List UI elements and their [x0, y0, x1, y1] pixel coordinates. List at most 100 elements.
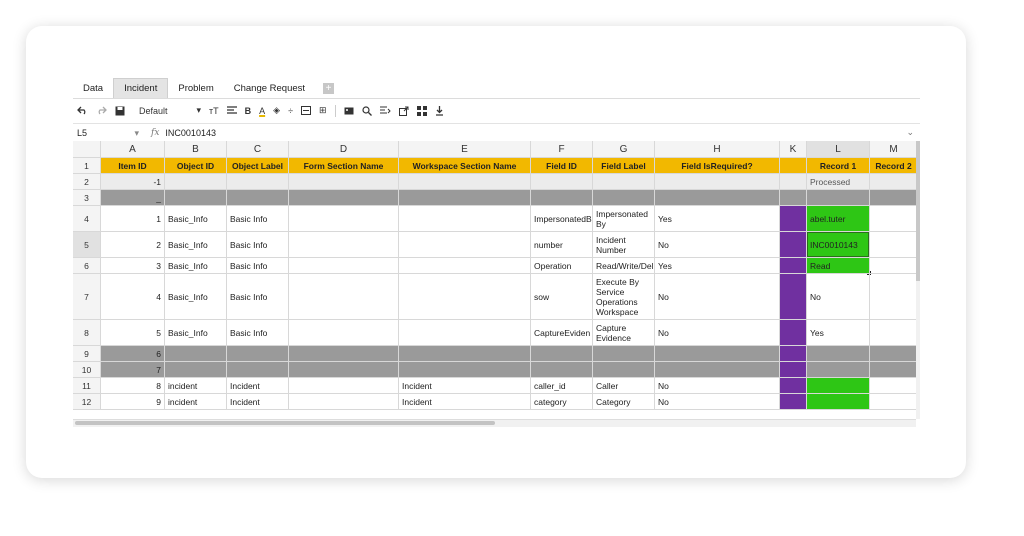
search-icon[interactable] [361, 105, 372, 116]
grid-cell[interactable]: CaptureEviden [531, 320, 593, 346]
vertical-scroll-thumb[interactable] [916, 141, 920, 281]
grid-cell[interactable] [870, 346, 916, 362]
grid-cell[interactable]: Read/Write/Del [593, 258, 655, 274]
tab-change-request[interactable]: Change Request [224, 79, 315, 98]
borders-button[interactable]: ⊞ [319, 105, 327, 116]
grid-cell[interactable] [289, 346, 399, 362]
grid-cell[interactable] [593, 190, 655, 206]
grid-cell[interactable]: Read [807, 258, 870, 274]
font-select[interactable]: Default ▾ [139, 105, 201, 116]
grid-cell[interactable]: abel.tuter [807, 206, 870, 232]
grid-cell[interactable] [780, 206, 807, 232]
grid-cell[interactable] [165, 362, 227, 378]
grid-cell[interactable] [531, 346, 593, 362]
grid-cell[interactable] [807, 190, 870, 206]
tab-incident[interactable]: Incident [113, 78, 169, 98]
grid-cell[interactable] [289, 274, 399, 320]
grid-cell[interactable] [531, 362, 593, 378]
grid-cell[interactable]: Incident [227, 378, 289, 394]
horizontal-scrollbar[interactable] [73, 419, 916, 427]
grid-cell[interactable] [780, 158, 807, 174]
grid-cell[interactable] [227, 346, 289, 362]
grid-cell[interactable] [289, 394, 399, 410]
grid-cell[interactable]: Capture Evidence [593, 320, 655, 346]
grid-cell[interactable]: Basic_Info [165, 320, 227, 346]
grid-cell[interactable]: Basic_Info [165, 206, 227, 232]
grid-cell[interactable] [531, 190, 593, 206]
grid-cell[interactable]: -1 [101, 174, 165, 190]
tab-data[interactable]: Data [73, 79, 113, 98]
grid-cell[interactable] [780, 232, 807, 258]
grid-cell[interactable]: incident [165, 394, 227, 410]
grid-cell[interactable] [807, 394, 870, 410]
undo-icon[interactable] [77, 106, 88, 115]
grid-cell[interactable]: incident [165, 378, 227, 394]
cell-grid[interactable]: A B C D E F G H K L M 1 Item ID Object ID Object Label… [73, 141, 916, 419]
column-header[interactable]: E [399, 141, 531, 158]
grid-cell[interactable]: 7 [101, 362, 165, 378]
grid-cell[interactable] [780, 346, 807, 362]
grid-cell[interactable] [399, 190, 531, 206]
grid-cell[interactable] [399, 232, 531, 258]
grid-cell[interactable] [780, 190, 807, 206]
grid-cell[interactable]: Basic_Info [165, 232, 227, 258]
formula-input[interactable]: INC0010143 [165, 128, 216, 138]
row-number[interactable]: 1 [73, 158, 101, 174]
grid-cell[interactable]: Caller [593, 378, 655, 394]
grid-cell[interactable]: Basic_Info [165, 274, 227, 320]
grid-cell[interactable]: Field Label [593, 158, 655, 174]
grid-icon[interactable] [416, 105, 427, 116]
vertical-scrollbar[interactable] [916, 141, 920, 419]
column-header[interactable]: F [531, 141, 593, 158]
grid-cell[interactable] [593, 362, 655, 378]
filter-icon[interactable] [379, 106, 391, 115]
grid-cell[interactable] [780, 394, 807, 410]
wrap-icon[interactable] [301, 106, 312, 115]
grid-cell[interactable] [655, 346, 780, 362]
grid-cell[interactable] [780, 362, 807, 378]
grid-cell[interactable] [870, 190, 916, 206]
download-icon[interactable] [435, 105, 444, 116]
column-header[interactable]: C [227, 141, 289, 158]
grid-cell[interactable] [870, 232, 916, 258]
horizontal-scroll-thumb[interactable] [75, 421, 495, 425]
grid-cell[interactable] [655, 190, 780, 206]
grid-cell[interactable]: Record 2 [870, 158, 916, 174]
grid-cell[interactable] [289, 232, 399, 258]
grid-cell[interactable] [399, 206, 531, 232]
column-header[interactable]: A [101, 141, 165, 158]
row-number[interactable]: 10 [73, 362, 101, 378]
grid-cell[interactable]: Category [593, 394, 655, 410]
grid-cell[interactable]: Execute By Service Operations Workspace [593, 274, 655, 320]
grid-cell[interactable] [655, 174, 780, 190]
grid-cell[interactable] [807, 362, 870, 378]
grid-cell[interactable]: Basic_Info [165, 258, 227, 274]
grid-cell[interactable] [593, 174, 655, 190]
grid-cell[interactable] [780, 174, 807, 190]
grid-cell[interactable]: No [655, 378, 780, 394]
grid-cell[interactable]: _ [101, 190, 165, 206]
grid-cell[interactable]: Yes [807, 320, 870, 346]
grid-cell[interactable] [289, 190, 399, 206]
grid-cell[interactable]: Yes [655, 206, 780, 232]
grid-cell[interactable]: caller_id [531, 378, 593, 394]
grid-cell[interactable]: Operation [531, 258, 593, 274]
grid-cell[interactable]: Incident [399, 378, 531, 394]
grid-cell[interactable] [227, 190, 289, 206]
grid-cell[interactable] [399, 320, 531, 346]
column-header[interactable]: M [870, 141, 916, 158]
grid-cell[interactable]: 2 [101, 232, 165, 258]
grid-cell[interactable] [399, 346, 531, 362]
grid-cell[interactable] [399, 274, 531, 320]
grid-cell[interactable] [289, 206, 399, 232]
grid-cell[interactable]: Basic Info [227, 258, 289, 274]
grid-cell[interactable]: Incident Number [593, 232, 655, 258]
row-number[interactable]: 7 [73, 274, 101, 320]
tab-problem[interactable]: Problem [168, 79, 223, 98]
column-header[interactable]: B [165, 141, 227, 158]
grid-cell[interactable]: No [655, 394, 780, 410]
grid-cell[interactable] [870, 378, 916, 394]
grid-cell[interactable] [870, 394, 916, 410]
column-header[interactable]: K [780, 141, 807, 158]
import-icon[interactable] [398, 106, 409, 116]
